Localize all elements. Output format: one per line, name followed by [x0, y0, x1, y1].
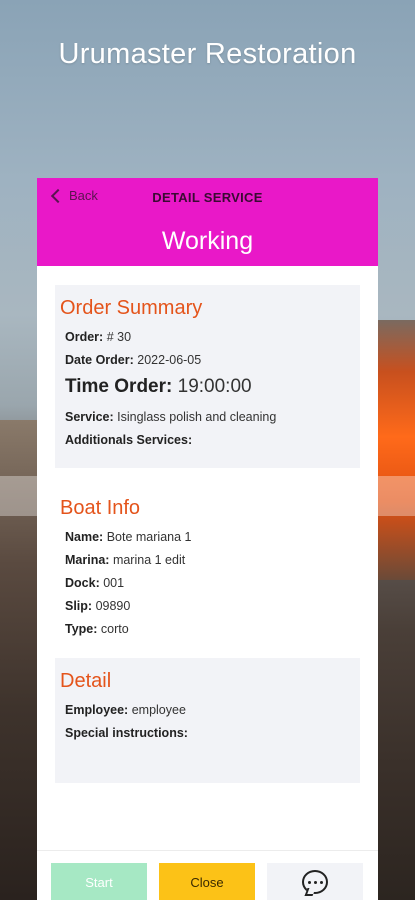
dock-row: Dock: 001	[65, 576, 350, 591]
type-label: Type:	[65, 622, 98, 636]
dock-label: Dock:	[65, 576, 100, 590]
employee-row: Employee: employee	[65, 703, 350, 718]
detail-heading: Detail	[60, 670, 112, 692]
app-title: Urumaster Restoration	[58, 38, 357, 70]
special-instructions-label: Special instructions:	[65, 726, 188, 740]
boat-info-heading: Boat Info	[60, 497, 141, 519]
date-order-label: Date Order:	[65, 353, 134, 367]
header-title: DETAIL SERVICE	[152, 190, 263, 205]
additionals-row: Additionals Services:	[65, 433, 350, 448]
action-footer: Start Close	[37, 850, 378, 900]
marina-value: marina 1 edit	[112, 553, 186, 567]
time-order-label: Time Order:	[65, 376, 173, 397]
order-row: Order: # 30	[65, 330, 350, 345]
type-row: Type: corto	[65, 622, 350, 637]
employee-label: Employee:	[65, 703, 129, 717]
special-instructions-row: Special instructions:	[65, 726, 350, 741]
additionals-label: Additionals Services:	[65, 433, 193, 447]
slip-row: Slip: 09890	[65, 599, 350, 614]
marina-label: Marina:	[65, 553, 110, 567]
dock-value: 001	[103, 576, 125, 590]
service-value: Isinglass polish and cleaning	[117, 410, 277, 424]
boat-name-value: Bote mariana 1	[106, 530, 192, 544]
order-summary-heading: Order Summary	[60, 297, 203, 319]
slip-value: 09890	[95, 599, 131, 613]
slip-label: Slip:	[65, 599, 93, 613]
boat-name-row: Name: Bote mariana 1	[65, 530, 350, 545]
order-value: # 30	[106, 330, 132, 344]
status-title: Working	[161, 227, 254, 255]
detail-card: Back DETAIL SERVICE Working Order Summar…	[37, 178, 378, 900]
detail-section: Detail Employee: employee Special instru…	[55, 658, 360, 783]
start-button[interactable]: Start	[51, 863, 147, 900]
marina-row: Marina: marina 1 edit	[65, 553, 350, 568]
close-button[interactable]: Close	[159, 863, 255, 900]
employee-value: employee	[131, 703, 186, 717]
type-value: corto	[100, 622, 129, 636]
chat-bubble-icon	[302, 870, 328, 894]
service-row: Service: Isinglass polish and cleaning	[65, 410, 350, 425]
order-label: Order:	[65, 330, 104, 344]
card-header: Back DETAIL SERVICE Working	[37, 178, 378, 266]
background-right	[378, 320, 415, 580]
date-order-value: 2022-06-05	[137, 353, 202, 367]
boat-name-label: Name:	[65, 530, 104, 544]
date-order-row: Date Order: 2022-06-05	[65, 353, 350, 368]
service-label: Service:	[65, 410, 114, 424]
order-summary-section: Order Summary Order: # 30 Date Order: 20…	[55, 285, 360, 468]
time-order-row: Time Order: 19:00:00	[65, 376, 350, 398]
boat-info-section: Boat Info Name: Bote mariana 1 Marina: m…	[55, 485, 360, 645]
chat-button[interactable]	[267, 863, 363, 900]
time-order-value: 19:00:00	[177, 376, 252, 397]
